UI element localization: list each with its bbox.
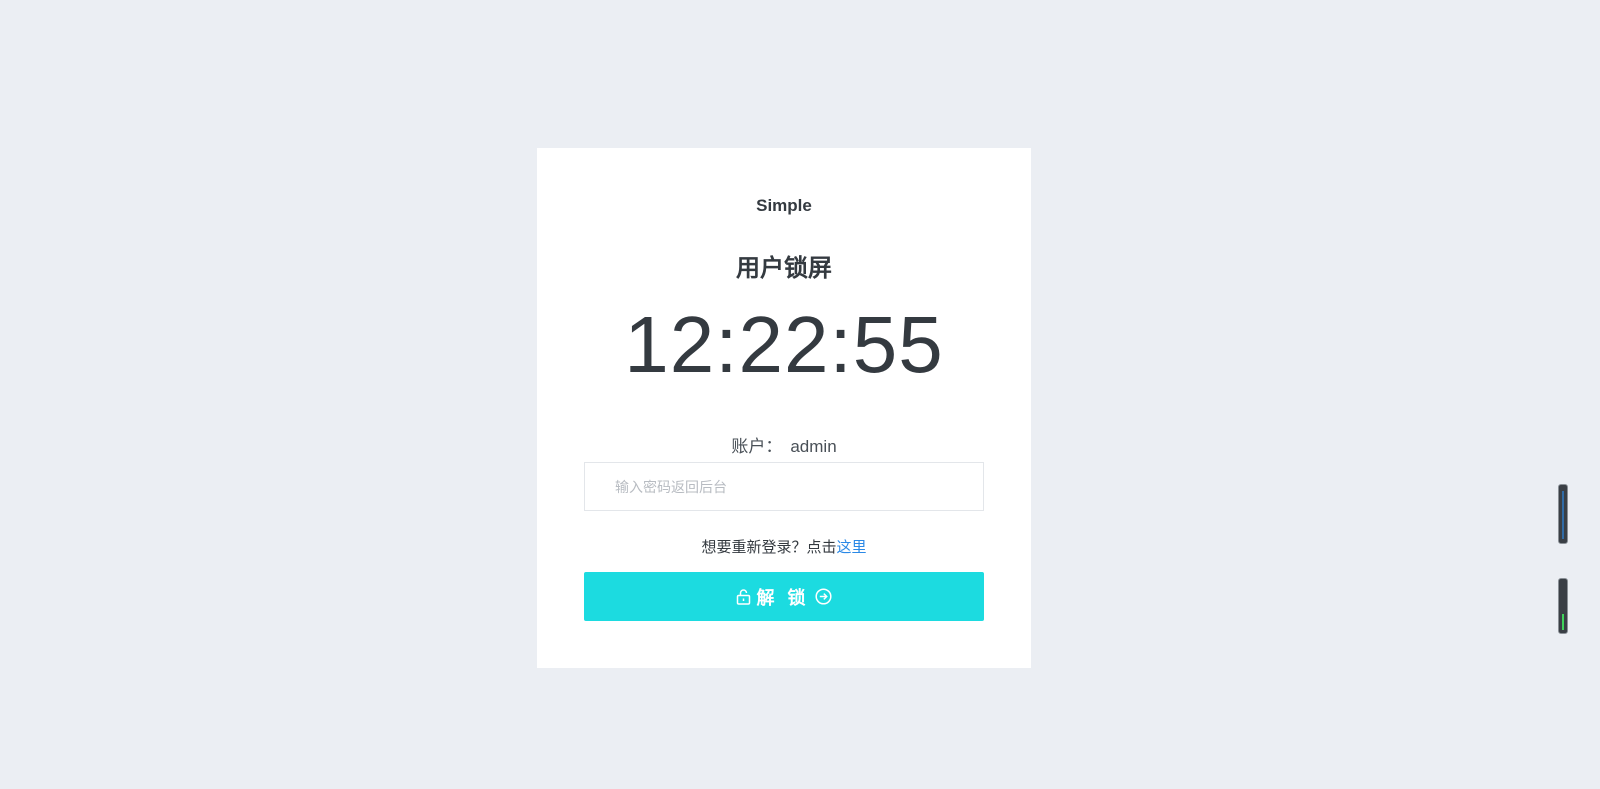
relogin-prompt: 想要重新登录？点击 bbox=[701, 539, 837, 556]
relogin-hint: 想要重新登录？点击这里 bbox=[537, 536, 1031, 557]
unlock-label: 解 锁 bbox=[756, 587, 810, 608]
page-title: 用户锁屏 bbox=[736, 255, 832, 282]
side-level-widget[interactable] bbox=[1558, 578, 1568, 634]
unlock-icon bbox=[736, 588, 751, 605]
account-label: 账户： bbox=[731, 437, 783, 456]
level-bar bbox=[1562, 614, 1564, 630]
account-info: 账户： admin bbox=[537, 432, 1031, 457]
account-value: admin bbox=[790, 437, 837, 456]
relogin-link[interactable]: 这里 bbox=[837, 539, 867, 556]
side-meter-widget[interactable] bbox=[1558, 484, 1568, 544]
meter-bar bbox=[1562, 491, 1564, 539]
lock-card: Simple 用户锁屏 12:22:55 账户： admin 想要重新登录？点击这… bbox=[537, 148, 1031, 668]
clock-display: 12:22:55 bbox=[624, 300, 944, 389]
password-input[interactable] bbox=[584, 462, 984, 511]
arrow-circle-right-icon bbox=[814, 588, 832, 605]
lock-screen-page: Simple 用户锁屏 12:22:55 账户： admin 想要重新登录？点击这… bbox=[0, 0, 1600, 789]
brand-name: Simple bbox=[756, 196, 812, 215]
unlock-button[interactable]: 解 锁 bbox=[584, 572, 984, 621]
